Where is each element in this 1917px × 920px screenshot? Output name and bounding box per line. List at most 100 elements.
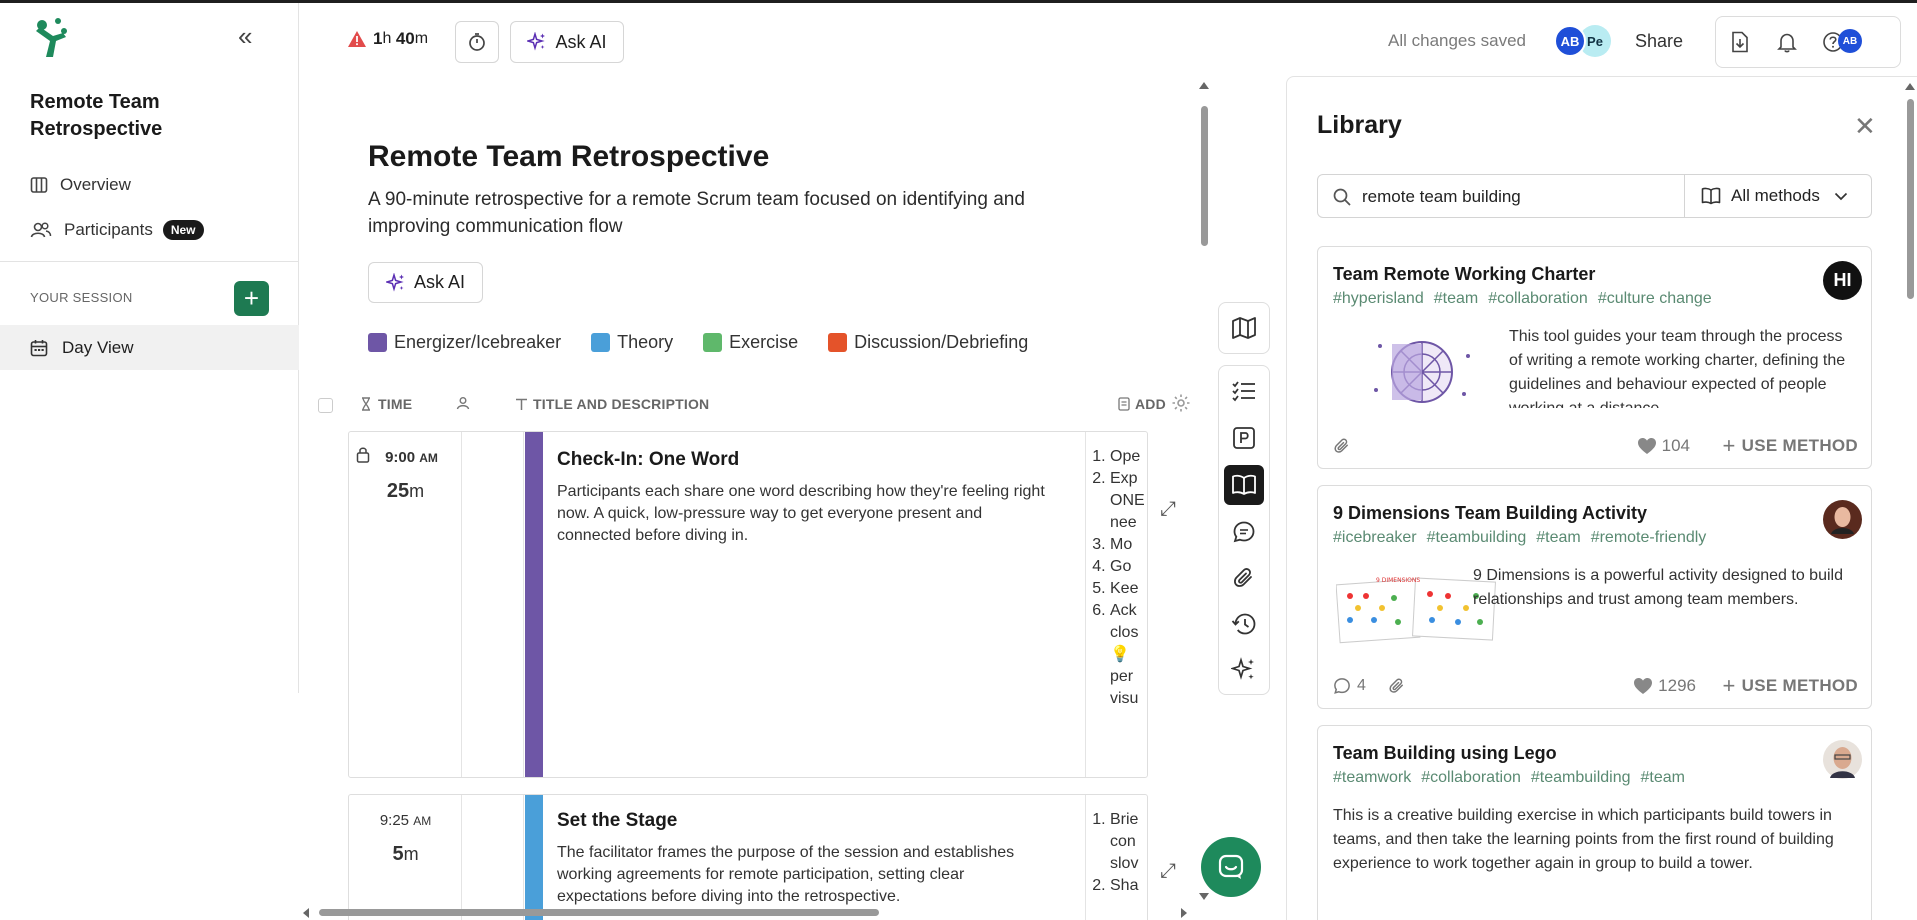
bell-icon[interactable]: [1776, 31, 1798, 53]
legend-label: Energizer/Icebreaker: [394, 332, 562, 352]
assignee-cell[interactable]: [462, 795, 524, 920]
use-method-button[interactable]: + USE METHOD: [1723, 433, 1859, 459]
open-book-icon: [1232, 474, 1256, 495]
map-tool-button[interactable]: [1218, 302, 1270, 354]
day-view-label: Day View: [62, 337, 134, 357]
tag[interactable]: #collaboration: [1421, 769, 1521, 786]
tag[interactable]: #teambuilding: [1427, 529, 1527, 546]
add-header-label: ADD: [1135, 396, 1166, 412]
author-avatar[interactable]: [1823, 500, 1862, 539]
chat-support-button[interactable]: [1201, 837, 1261, 897]
save-status: All changes saved: [1388, 31, 1526, 50]
block-description[interactable]: The facilitator frames the purpose of th…: [557, 842, 1057, 908]
nav-overview[interactable]: Overview: [30, 171, 131, 199]
ai-tool-button[interactable]: [1224, 650, 1264, 690]
tag[interactable]: #icebreaker: [1333, 529, 1417, 546]
library-tool-button[interactable]: [1224, 465, 1264, 505]
attachments-tool-button[interactable]: [1224, 558, 1264, 598]
collaborator-avatar[interactable]: AB: [1554, 25, 1586, 57]
history-tool-button[interactable]: [1224, 604, 1264, 644]
parking-lot-tool-button[interactable]: [1224, 418, 1264, 458]
duration-minutes: 40: [395, 29, 415, 48]
likes[interactable]: 1296: [1633, 676, 1696, 696]
legend-item: Theory: [591, 332, 673, 353]
ask-ai-button[interactable]: Ask AI: [368, 262, 483, 303]
block-title[interactable]: Check-In: One Word: [557, 449, 739, 471]
time-cell[interactable]: 9:25 AM 5m: [349, 795, 462, 920]
method-title[interactable]: Team Building using Lego: [1333, 743, 1557, 764]
category-legend: Energizer/Icebreaker Theory Exercise Dis…: [368, 332, 1058, 353]
share-button[interactable]: Share: [1635, 31, 1683, 52]
duration[interactable]: 25m: [349, 480, 462, 503]
ask-ai-label: Ask AI: [413, 272, 466, 292]
tag[interactable]: #team: [1536, 529, 1580, 546]
time-cell[interactable]: 9:00 AM 25m: [349, 432, 462, 777]
tag[interactable]: #team: [1641, 769, 1685, 786]
export-document-icon[interactable]: [1730, 31, 1750, 53]
method-card[interactable]: Team Building using Lego #teamwork #colla…: [1317, 725, 1872, 920]
use-method-button[interactable]: + USE METHOD: [1723, 673, 1859, 699]
add-column-header[interactable]: ADD: [1118, 396, 1166, 412]
select-all-checkbox[interactable]: [318, 398, 333, 413]
title-column-header[interactable]: TITLE AND DESCRIPTION: [515, 396, 709, 412]
likes[interactable]: 104: [1637, 436, 1690, 456]
tag[interactable]: #hyperisland: [1333, 290, 1424, 307]
method-card[interactable]: Team Remote Working Charter #hyperisland…: [1317, 246, 1872, 469]
filter-value: All methods: [1731, 186, 1820, 205]
user-avatar[interactable]: AB: [1838, 29, 1862, 53]
notes-cell[interactable]: Ope Exp ONE nee Mo Go Kee Ack clos 💡 per…: [1085, 432, 1155, 777]
agenda-main: Remote Team Retrospective A 90-minute re…: [299, 76, 1199, 920]
sidebar-item-day-view[interactable]: Day View: [0, 325, 299, 370]
block-title[interactable]: Set the Stage: [557, 810, 677, 832]
search-input[interactable]: remote team building: [1362, 187, 1521, 207]
page-description: A 90-minute retrospective for a remote S…: [368, 189, 1025, 237]
close-icon[interactable]: ✕: [1854, 113, 1876, 139]
tag[interactable]: #teambuilding: [1531, 769, 1631, 786]
methods-filter-dropdown[interactable]: All methods: [1684, 175, 1872, 217]
notes-cell[interactable]: Brie con slov Sha: [1085, 795, 1155, 920]
method-tags: #hyperisland #team #collaboration #culture …: [1333, 290, 1722, 308]
checklist-tool-button[interactable]: [1224, 371, 1264, 411]
assignee-cell[interactable]: [462, 432, 524, 777]
paperclip-icon[interactable]: [1333, 437, 1351, 455]
search-icon: [1333, 188, 1351, 206]
card-footer: 104 + USE METHOD: [1333, 433, 1859, 459]
author-avatar[interactable]: HI: [1823, 261, 1862, 300]
likes-count: 1296: [1658, 676, 1696, 695]
tag[interactable]: #collaboration: [1488, 290, 1588, 307]
time-column-header[interactable]: TIME: [359, 396, 412, 412]
author-avatar[interactable]: [1823, 740, 1862, 779]
tag[interactable]: #team: [1434, 290, 1478, 307]
duration-unit: m: [409, 481, 425, 501]
paperclip-icon[interactable]: [1388, 677, 1406, 695]
duration[interactable]: 5m: [349, 843, 462, 866]
comments-tool-button[interactable]: [1224, 512, 1264, 552]
expand-icon[interactable]: ⤢: [1160, 498, 1176, 521]
block-description[interactable]: Participants each share one word describ…: [557, 481, 1057, 547]
app-logo-icon[interactable]: [30, 17, 70, 59]
comment-icon[interactable]: [1333, 677, 1351, 695]
table-row[interactable]: 9:25 AM 5m Set the Stage The facilitator…: [348, 794, 1148, 920]
tag[interactable]: #remote-friendly: [1591, 529, 1707, 546]
collapse-sidebar-icon[interactable]: «: [238, 23, 252, 49]
main-vertical-scrollbar[interactable]: [1196, 76, 1212, 906]
tag[interactable]: #teamwork: [1333, 769, 1411, 786]
tag[interactable]: #culture change: [1598, 290, 1712, 307]
timer-button[interactable]: [455, 21, 499, 63]
method-title[interactable]: 9 Dimensions Team Building Activity: [1333, 503, 1647, 524]
method-tags: #icebreaker #teambuilding #team #remote-fri…: [1333, 529, 1716, 547]
start-time-ampm: AM: [413, 814, 432, 828]
library-scrollbar[interactable]: [1902, 77, 1917, 920]
add-day-button[interactable]: +: [234, 281, 269, 316]
nav-participants[interactable]: Participants New: [30, 216, 204, 244]
expand-icon[interactable]: ⤢: [1160, 860, 1176, 883]
person-column-header[interactable]: [456, 396, 475, 410]
ask-ai-button[interactable]: Ask AI: [510, 21, 624, 63]
legend-item: Discussion/Debriefing: [828, 332, 1028, 353]
method-title[interactable]: Team Remote Working Charter: [1333, 264, 1595, 285]
main-horizontal-scrollbar[interactable]: [299, 905, 1199, 920]
method-card[interactable]: 9 Dimensions Team Building Activity #ice…: [1317, 485, 1872, 709]
gear-icon[interactable]: [1171, 393, 1191, 413]
table-row[interactable]: 9:00 AM 25m Check-In: One Word Participa…: [348, 431, 1148, 778]
use-method-label: USE METHOD: [1741, 676, 1858, 695]
